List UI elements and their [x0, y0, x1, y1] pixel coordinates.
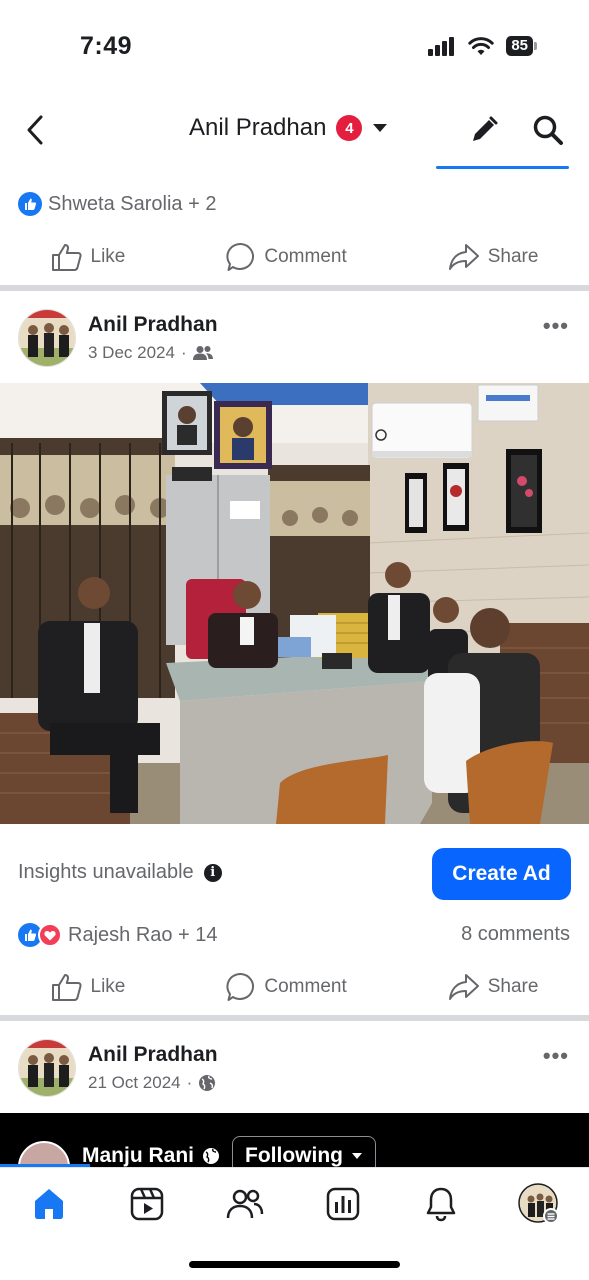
reactors-text: Rajesh Rao + 14 — [68, 923, 218, 946]
globe-icon — [199, 1075, 216, 1091]
more-options-button[interactable]: ••• — [543, 313, 569, 339]
profile-header: Anil Pradhan 4 — [0, 100, 589, 160]
comment-button[interactable]: Comment — [226, 972, 347, 1002]
post-header: Anil Pradhan 3 Dec 2024 · ••• — [0, 309, 589, 379]
back-button[interactable] — [18, 110, 52, 150]
video-preview[interactable]: Manju Rani Following — [0, 1113, 589, 1167]
comment-label: Comment — [264, 246, 347, 267]
chevron-down-icon — [351, 1153, 362, 1159]
like-button[interactable]: Like — [51, 242, 126, 272]
notifications-icon — [426, 1187, 456, 1222]
comment-icon — [226, 242, 255, 271]
following-label: Following — [245, 1144, 343, 1167]
share-label: Share — [487, 246, 539, 267]
info-icon[interactable]: i — [203, 863, 222, 882]
share-button[interactable]: Share — [448, 972, 539, 1002]
profile-icon — [518, 1183, 559, 1224]
reactors-text: Shweta Sarolia + 2 — [48, 192, 217, 215]
post-photo[interactable] — [0, 383, 589, 824]
avatar[interactable] — [18, 309, 76, 367]
insights-text: Insights unavailable — [18, 861, 194, 883]
post-divider — [0, 285, 589, 291]
next-post-header: Anil Pradhan 21 Oct 2024 · ••• — [0, 1039, 589, 1109]
share-icon — [448, 244, 479, 270]
post-author[interactable]: Anil Pradhan — [88, 1043, 218, 1067]
post-meta: 3 Dec 2024 · — [88, 343, 213, 363]
video-author[interactable]: Manju Rani — [82, 1144, 220, 1167]
post-author[interactable]: Anil Pradhan — [88, 313, 218, 337]
previous-post-reactions[interactable]: Shweta Sarolia + 2 — [18, 192, 216, 216]
wifi-icon — [468, 37, 495, 55]
like-label: Like — [90, 246, 126, 267]
chevron-down-icon — [373, 124, 388, 132]
status-icons: 85 — [428, 36, 537, 56]
post-date: 3 Dec 2024 — [88, 343, 175, 362]
signal-icon — [428, 37, 455, 56]
thumbs-up-icon — [51, 244, 82, 271]
page-title: Anil Pradhan — [189, 114, 327, 141]
dashboard-icon — [326, 1187, 360, 1221]
following-button[interactable]: Following — [232, 1136, 376, 1167]
reels-icon — [130, 1187, 164, 1221]
share-icon — [448, 974, 479, 1000]
share-button[interactable]: Share — [448, 242, 539, 272]
like-label: Like — [90, 976, 126, 997]
more-options-button[interactable]: ••• — [543, 1043, 569, 1069]
post-divider — [0, 1015, 589, 1021]
comment-icon — [226, 972, 255, 1001]
insights-row: Insights unavailable i — [18, 861, 222, 884]
like-reaction-icon — [18, 192, 42, 216]
thumbs-up-icon — [51, 974, 82, 1001]
search-button[interactable] — [529, 110, 567, 150]
globe-icon — [203, 1148, 220, 1164]
tab-reels[interactable] — [125, 1182, 169, 1226]
post-date: 21 Oct 2024 — [88, 1073, 181, 1092]
battery-icon: 85 — [506, 36, 537, 56]
back-arrow-icon — [27, 115, 43, 145]
tab-friends[interactable] — [223, 1182, 267, 1226]
tab-dashboard[interactable] — [321, 1182, 365, 1226]
bottom-tab-bar — [0, 1167, 589, 1241]
home-icon — [35, 1189, 63, 1219]
create-ad-button[interactable]: Create Ad — [432, 848, 571, 900]
status-bar: 7:49 85 — [0, 0, 589, 92]
status-time: 7:49 — [80, 32, 133, 60]
active-tab-indicator — [436, 166, 569, 169]
edit-button[interactable] — [466, 110, 502, 150]
battery-level: 85 — [506, 36, 533, 56]
profile-switcher[interactable]: Anil Pradhan 4 — [189, 114, 388, 142]
like-button[interactable]: Like — [51, 972, 126, 1002]
home-indicator — [189, 1261, 400, 1268]
post-meta: 21 Oct 2024 · — [88, 1073, 216, 1093]
comments-count[interactable]: 8 comments — [461, 923, 570, 946]
friends-icon — [226, 1189, 264, 1219]
comment-label: Comment — [264, 976, 347, 997]
share-label: Share — [487, 976, 539, 997]
search-icon — [533, 115, 563, 145]
post-actions: Like Comment Share — [0, 962, 589, 1012]
comment-button[interactable]: Comment — [226, 242, 347, 272]
avatar[interactable] — [18, 1039, 76, 1097]
video-author-name: Manju Rani — [82, 1144, 195, 1167]
previous-post-actions: Like Comment Share — [0, 232, 589, 282]
pencil-icon — [473, 116, 498, 141]
friends-icon — [192, 346, 213, 360]
notification-badge: 4 — [336, 115, 363, 141]
tab-home[interactable] — [27, 1182, 71, 1226]
love-reaction-icon — [38, 923, 62, 947]
tab-notifications[interactable] — [419, 1182, 463, 1226]
tab-profile[interactable] — [517, 1182, 561, 1226]
post-reactions[interactable]: Rajesh Rao + 14 — [18, 923, 218, 947]
